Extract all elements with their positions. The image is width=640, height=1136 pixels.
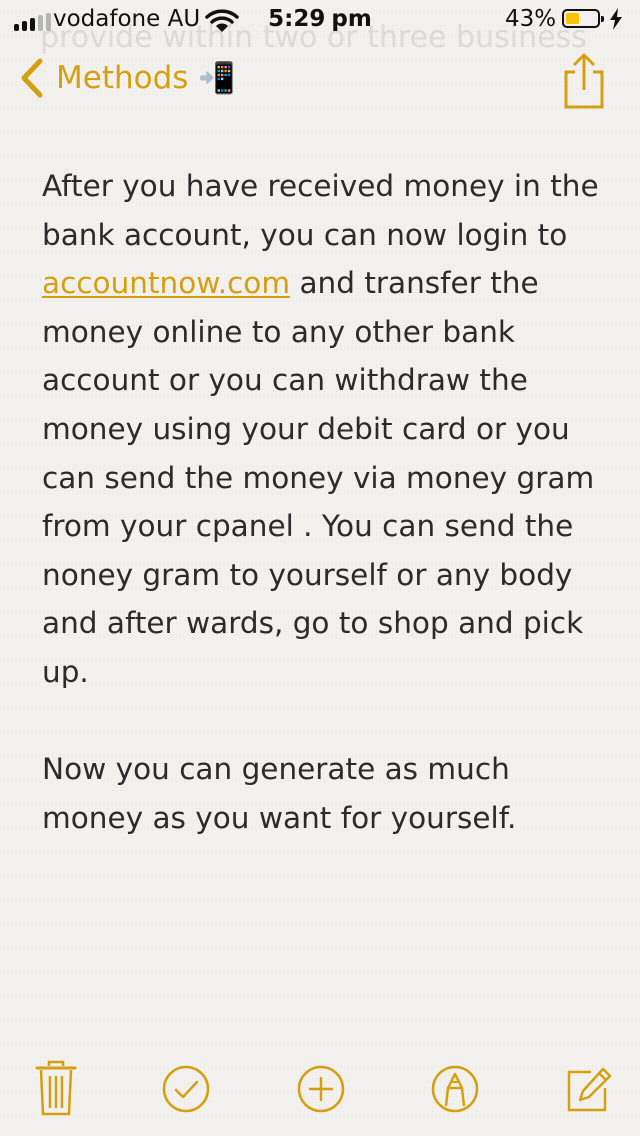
note-paragraph-1: After you have received money in the ban… xyxy=(42,162,612,697)
share-button[interactable] xyxy=(562,52,606,114)
folder-emoji: 📲 xyxy=(198,60,236,96)
trash-icon xyxy=(35,1060,77,1116)
note-body[interactable]: After you have received money in the ban… xyxy=(42,162,612,842)
note-text-after-link: and transfer the money online to any oth… xyxy=(42,266,595,689)
back-label: Methods xyxy=(56,60,189,96)
delete-button[interactable] xyxy=(35,1060,77,1120)
checklist-button[interactable] xyxy=(161,1064,211,1118)
chevron-left-icon xyxy=(21,58,43,98)
add-attachment-button[interactable] xyxy=(296,1064,346,1118)
accountnow-link[interactable]: accountnow.com xyxy=(42,266,290,300)
compose-button[interactable] xyxy=(565,1066,613,1118)
markup-icon xyxy=(431,1065,479,1113)
back-button[interactable]: Methods 📲 xyxy=(20,58,236,98)
note-paragraph-2: Now you can generate as much money as yo… xyxy=(42,752,517,835)
share-icon xyxy=(564,53,604,109)
markup-button[interactable] xyxy=(430,1064,480,1118)
compose-icon xyxy=(567,1067,612,1112)
bottom-toolbar xyxy=(0,1060,640,1120)
add-icon xyxy=(297,1065,345,1113)
note-text-before-link: After you have received money in the ban… xyxy=(42,169,599,252)
checklist-icon xyxy=(162,1065,210,1113)
scrolled-text-remnant: provide within two or three business xyxy=(40,20,587,55)
